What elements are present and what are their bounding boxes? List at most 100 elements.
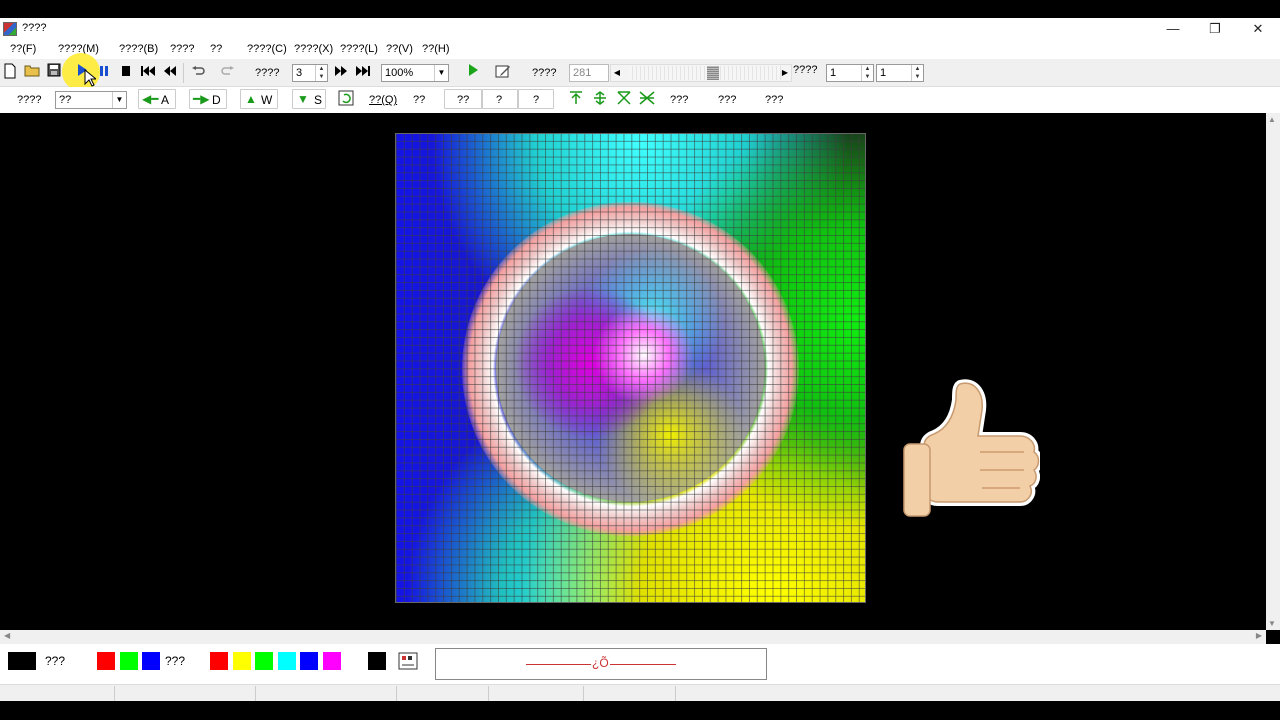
open-folder-icon[interactable] (22, 63, 42, 83)
palette-editor-icon[interactable] (398, 651, 418, 671)
menu-c[interactable]: ????(C) (247, 43, 287, 55)
palette-color-swatch-6[interactable] (345, 652, 364, 670)
status-cell-1 (0, 686, 115, 701)
menu-file[interactable]: ??(F) (10, 43, 36, 55)
redo-icon[interactable] (218, 63, 238, 83)
menu-x[interactable]: ????(X) (294, 43, 333, 55)
btn-c3[interactable]: ??? (765, 94, 783, 106)
scroll-up-icon[interactable]: ▲ (1268, 115, 1276, 124)
pixel-grid (396, 134, 865, 602)
horizontal-scrollbar[interactable]: ◀ ▶ (0, 630, 1266, 644)
key-s-label: S (314, 93, 323, 107)
secondary-toolbar: ???? ?? ▼ ◀━ A ━▶ D ▲ W ▼ S ??(Q) ?? ?? … (0, 87, 1280, 113)
move-down-button[interactable]: ▼ S (292, 89, 326, 109)
palette-color-swatch-4[interactable] (300, 652, 319, 670)
mode-label: ???? (17, 94, 42, 106)
palette-color-swatch-1[interactable] (232, 652, 251, 670)
pixel-art-canvas[interactable] (395, 133, 866, 603)
save-icon[interactable] (44, 63, 64, 83)
btn-c2[interactable]: ??? (718, 94, 736, 106)
menu-bar: ??(F) ????(M) ????(B) ???? ?? ????(C) ??… (0, 40, 1280, 59)
move-up-button[interactable]: ▲ W (240, 89, 278, 109)
mode-select[interactable]: ?? ▼ (55, 91, 127, 109)
fast-forward-icon[interactable] (331, 63, 351, 83)
stop-icon[interactable] (116, 63, 136, 83)
spinner-1-value: 1 (830, 67, 837, 79)
palette-color-swatch-5[interactable] (323, 652, 341, 670)
btn-q[interactable]: ??(Q) (369, 94, 397, 106)
menu-5[interactable]: ?? (210, 43, 222, 55)
btn-q2[interactable]: ?? (413, 94, 425, 106)
window-title: ???? (22, 22, 47, 34)
main-toolbar: ???? 3 ▲ ▼ 100% ▼ ???? 281 ◀ ▶ ???? 1 ▲ ▼ … (0, 53, 1280, 91)
spinner-2-value: 1 (880, 67, 887, 79)
scroll-right-icon[interactable]: ▶ (1256, 631, 1262, 640)
vertical-scrollbar[interactable]: ▲ ▼ (1266, 113, 1280, 630)
btn-c1[interactable]: ??? (670, 94, 688, 106)
btn-b1-label: ?? (457, 94, 470, 106)
step-label: ???? (255, 67, 280, 79)
chevron-down-icon[interactable]: ▼ (434, 65, 448, 81)
skip-to-start-icon[interactable] (138, 63, 158, 83)
skip-to-end-icon[interactable] (353, 63, 373, 83)
swatch-group-full (210, 652, 390, 670)
slider-left-icon[interactable]: ◀ (611, 65, 623, 81)
frame-slider[interactable]: ◀ ▶ (610, 64, 792, 82)
rotate-icon[interactable] (336, 90, 356, 110)
run-icon[interactable] (463, 63, 483, 83)
spin-arrows-icon[interactable]: ▲ ▼ (315, 65, 327, 81)
align-top-icon[interactable] (566, 90, 586, 110)
menu-help[interactable]: ??(H) (422, 43, 450, 55)
btn-b3[interactable]: ? (518, 89, 554, 109)
palette-color-swatch-3[interactable] (277, 652, 296, 670)
spinner-1[interactable]: 1 ▲ ▼ (826, 64, 874, 82)
palette-color-swatch-2[interactable] (255, 652, 274, 670)
menu-4[interactable]: ???? (170, 43, 194, 55)
edit-tool-icon[interactable] (493, 63, 513, 83)
palette-color-swatch-0[interactable] (210, 652, 228, 670)
menu-b[interactable]: ????(B) (119, 43, 158, 55)
status-cell-4 (397, 686, 489, 701)
chevron-down-icon[interactable]: ▼ (112, 92, 126, 108)
btn-b2[interactable]: ? (482, 89, 518, 109)
preview-text: ¿Õ (591, 656, 610, 670)
slider-thumb[interactable] (707, 66, 719, 80)
palette-color-swatch-7[interactable] (368, 652, 387, 670)
scroll-down-icon[interactable]: ▼ (1268, 619, 1276, 628)
slider-right-icon[interactable]: ▶ (779, 65, 791, 81)
arrow-right-icon: ━▶ (193, 92, 210, 106)
spin-arrows-icon[interactable]: ▲ ▼ (861, 65, 873, 81)
menu-v[interactable]: ??(V) (386, 43, 413, 55)
status-cell-5 (489, 686, 584, 701)
scroll-left-icon[interactable]: ◀ (4, 631, 10, 640)
close-button[interactable]: ✕ (1237, 18, 1279, 40)
current-color-swatch[interactable] (8, 652, 36, 670)
new-file-icon[interactable] (0, 63, 20, 83)
rewind-icon[interactable] (160, 63, 180, 83)
undo-icon[interactable] (188, 63, 208, 83)
spinner-2[interactable]: 1 ▲ ▼ (876, 64, 924, 82)
pause-icon[interactable] (94, 63, 114, 83)
zoom-value: 100% (385, 67, 414, 79)
btn-b2-label: ? (496, 94, 503, 106)
palette-bar: ??? ??? ¿Õ (0, 644, 1280, 684)
palette-label-1: ??? (45, 654, 66, 668)
basic-color-swatch-2[interactable] (142, 652, 161, 670)
mirror-icon[interactable] (637, 90, 657, 110)
align-middle-icon[interactable] (590, 90, 610, 110)
minimize-button[interactable]: — (1152, 18, 1194, 40)
basic-color-swatch-1[interactable] (119, 652, 138, 670)
spin-arrows-icon[interactable]: ▲ ▼ (911, 65, 923, 81)
frame-input[interactable]: 281 (569, 64, 609, 82)
restore-button[interactable]: ❐ (1194, 18, 1236, 40)
move-right-button[interactable]: ━▶ D (189, 89, 227, 109)
flip-icon[interactable] (614, 90, 634, 110)
status-bar (0, 684, 1280, 701)
step-spinner[interactable]: 3 ▲ ▼ (292, 64, 328, 82)
zoom-select[interactable]: 100% ▼ (381, 64, 449, 82)
btn-b1[interactable]: ?? (444, 89, 482, 109)
move-left-button[interactable]: ◀━ A (138, 89, 176, 109)
basic-color-swatch-0[interactable] (97, 652, 115, 670)
menu-l[interactable]: ????(L) (340, 43, 378, 55)
arrow-up-icon: ▲ (245, 92, 257, 106)
